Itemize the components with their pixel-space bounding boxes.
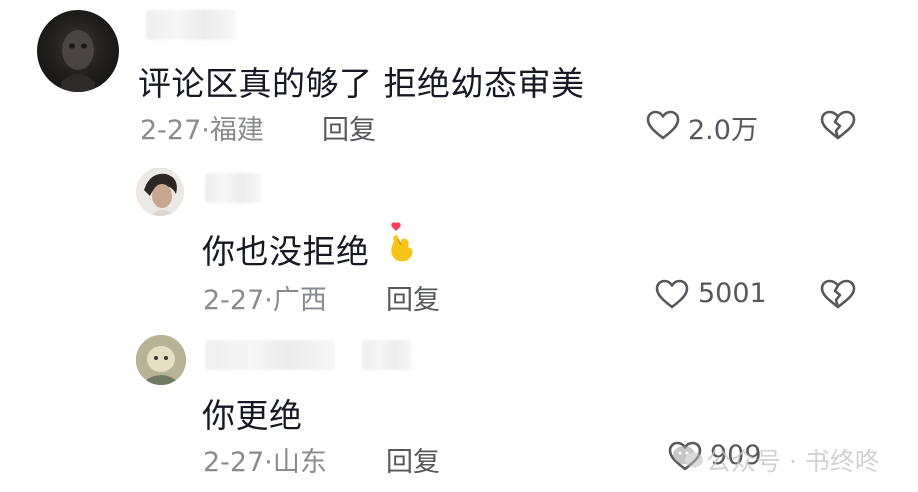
comment-location: 山东: [272, 447, 327, 478]
comment-location: 广西: [272, 285, 327, 316]
comment-date: 2-27: [203, 285, 265, 316]
meta-separator: ·: [264, 447, 273, 478]
comment-thread: 评论区真的够了 拒绝幼态审美 2-27·福建 回复 2.0万 你也没拒绝 2-2…: [0, 0, 918, 492]
avatar[interactable]: [136, 168, 184, 216]
watermark-text: 公众号 · 书终咚: [706, 447, 880, 476]
comment-date: 2-27: [203, 447, 265, 478]
wechat-icon: [672, 444, 704, 470]
reply-button[interactable]: 回复: [386, 440, 440, 479]
finger-heart-emoji: [386, 221, 416, 263]
comment-date: 2-27: [140, 115, 202, 146]
heart-outline-icon[interactable]: [646, 110, 680, 140]
meta-separator: ·: [264, 285, 273, 316]
broken-heart-icon[interactable]: [820, 110, 856, 140]
comment-meta: 2-27·福建: [140, 108, 264, 147]
avatar[interactable]: [136, 335, 186, 385]
comment-meta: 2-27·山东: [203, 440, 327, 479]
reply-button[interactable]: 回复: [386, 278, 440, 317]
meta-separator: ·: [201, 115, 210, 146]
reply-button[interactable]: 回复: [322, 108, 376, 147]
heart-outline-icon[interactable]: [655, 279, 689, 309]
username-badge-blurred: [362, 340, 412, 370]
broken-heart-icon[interactable]: [820, 279, 856, 309]
username-blurred[interactable]: [205, 340, 335, 370]
comment-location: 福建: [209, 115, 264, 146]
comment-text: 你更绝: [202, 396, 303, 435]
username-blurred[interactable]: [205, 173, 261, 203]
comment-text: 你也没拒绝: [202, 232, 370, 271]
avatar[interactable]: [37, 10, 119, 92]
comment-meta: 2-27·广西: [203, 278, 327, 317]
comment-text: 评论区真的够了 拒绝幼态审美: [138, 64, 585, 103]
like-count: 2.0万: [688, 115, 758, 146]
like-count: 5001: [698, 278, 767, 309]
username-blurred[interactable]: [146, 10, 236, 40]
